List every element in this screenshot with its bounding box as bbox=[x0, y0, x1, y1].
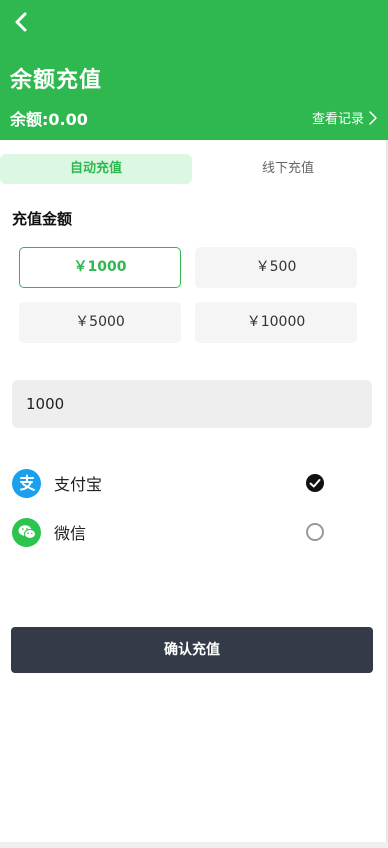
amount-section-title: 充值金额 bbox=[12, 210, 73, 228]
confirm-recharge-button[interactable]: 确认充值 bbox=[11, 627, 373, 673]
alipay-label: 支付宝 bbox=[54, 475, 103, 494]
wechat-label: 微信 bbox=[54, 524, 87, 543]
payment-option-alipay[interactable]: 支付宝 bbox=[12, 468, 332, 498]
amount-option-10000[interactable]: ￥10000 bbox=[195, 302, 357, 343]
tab-offline-recharge[interactable]: 线下充值 bbox=[194, 154, 382, 184]
header-bar: 余额充值 余额:0.00 查看记录 bbox=[0, 0, 388, 140]
amount-option-1000[interactable]: ￥1000 bbox=[19, 247, 181, 288]
alipay-icon bbox=[12, 468, 41, 498]
view-records-link[interactable]: 查看记录 bbox=[312, 108, 378, 127]
wechat-icon bbox=[12, 517, 41, 547]
tab-auto-recharge[interactable]: 自动充值 bbox=[0, 154, 192, 184]
recharge-tabs: 自动充值 线下充值 bbox=[0, 154, 388, 184]
wechat-radio-unchecked[interactable] bbox=[306, 523, 324, 541]
amount-input[interactable] bbox=[12, 380, 372, 428]
view-records-label: 查看记录 bbox=[311, 112, 364, 127]
page-title: 余额充值 bbox=[10, 68, 103, 93]
alipay-radio-checked[interactable] bbox=[306, 474, 324, 492]
amount-option-500[interactable]: ￥500 bbox=[195, 247, 357, 288]
back-arrow-icon[interactable] bbox=[10, 10, 34, 34]
amount-option-5000[interactable]: ￥5000 bbox=[19, 302, 181, 343]
balance-text: 余额:0.00 bbox=[10, 110, 88, 129]
chevron-right-icon bbox=[369, 110, 377, 125]
bottom-bar bbox=[0, 842, 388, 848]
payment-option-wechat[interactable]: 微信 bbox=[12, 517, 332, 547]
